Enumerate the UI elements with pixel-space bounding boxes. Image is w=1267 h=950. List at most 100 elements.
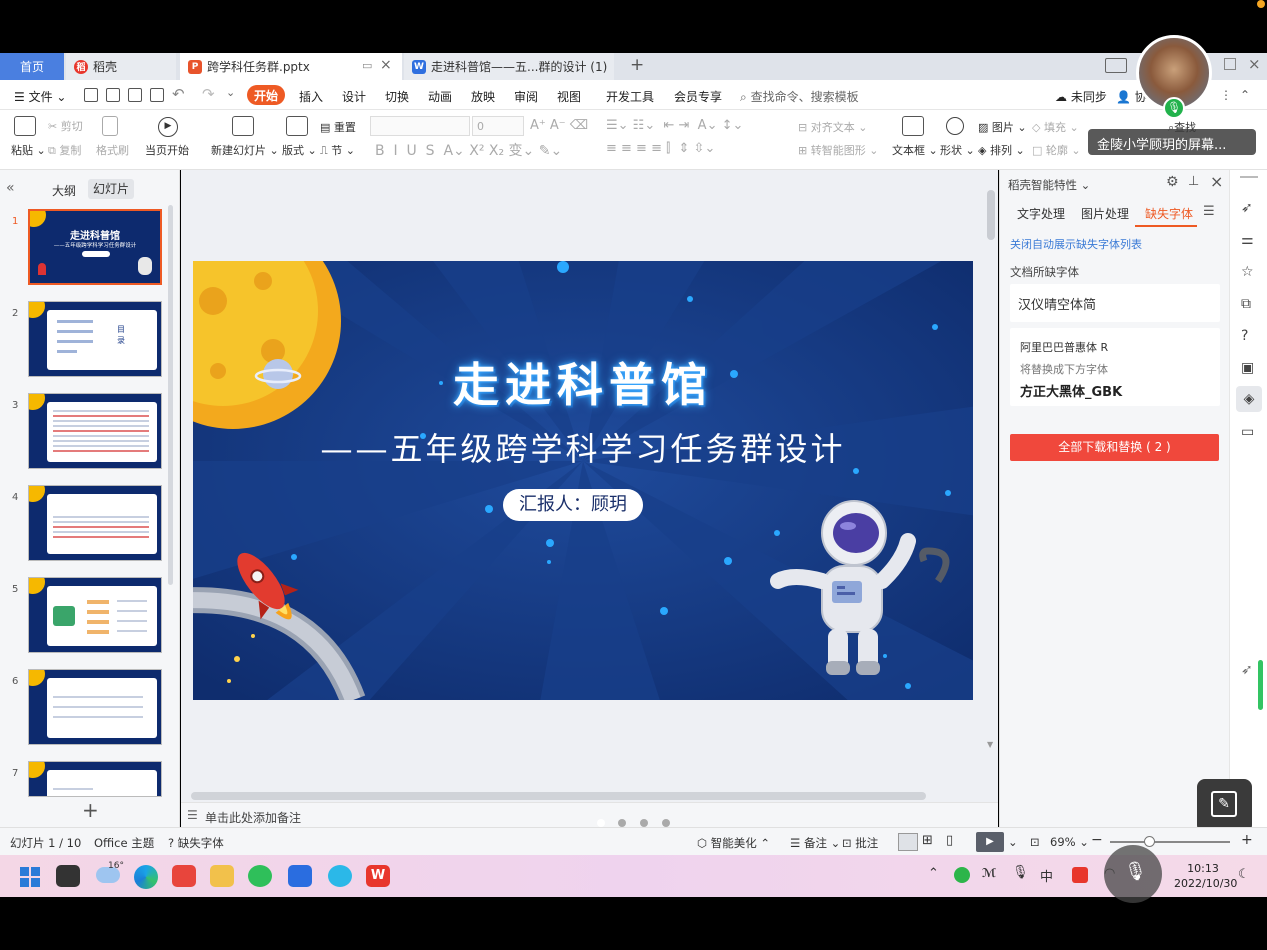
window-close-icon[interactable]: ×: [1248, 55, 1261, 73]
paste-button[interactable]: 粘贴 ⌄: [11, 142, 46, 158]
section-button[interactable]: ⎍ 节 ⌄: [320, 142, 355, 158]
pin-icon[interactable]: ⊥: [1188, 174, 1199, 189]
theme-name[interactable]: Office 主题: [94, 835, 154, 851]
panel-close-icon[interactable]: ×: [1210, 172, 1223, 191]
shape-button[interactable]: 形状 ⌄: [940, 142, 975, 158]
font-style-icons[interactable]: B I U S A⌄ X² X₂ 变⌄ ✎⌄: [375, 140, 562, 160]
zoom-level[interactable]: 69% ⌄: [1050, 835, 1089, 849]
slide-thumbnail-5[interactable]: [28, 577, 162, 653]
star-icon[interactable]: ☆: [1241, 264, 1254, 280]
notes-bar[interactable]: ☰ 单击此处添加备注: [181, 802, 998, 827]
tab-web-doc[interactable]: W 走进科普馆——五...群的设计 (1): [404, 53, 614, 80]
slide-1[interactable]: 走进科普馆 ——五年级跨学科学习任务群设计 汇报人：顾玥: [193, 261, 973, 700]
new-tab-icon[interactable]: +: [630, 55, 644, 75]
rocket-small-icon[interactable]: ➶: [1241, 662, 1253, 678]
missing-font-item[interactable]: 阿里巴巴普惠体 R 将替换成下方字体 方正大黑体_GBK: [1010, 328, 1220, 406]
zoom-slider[interactable]: [1110, 841, 1230, 843]
smart-beautify-button[interactable]: ⬡ 智能美化 ⌃: [697, 835, 770, 851]
tray-mic-icon[interactable]: 🎙: [1012, 865, 1029, 880]
notification-icon[interactable]: ☾: [1238, 867, 1250, 882]
align-text-button[interactable]: ⊟ 对齐文本 ⌄: [798, 119, 867, 135]
notes-button[interactable]: ☰ 备注 ⌄: [790, 835, 840, 851]
browser-icon[interactable]: [328, 865, 352, 887]
slide-title[interactable]: 走进科普馆: [193, 349, 973, 415]
layout-icon[interactable]: [1105, 58, 1127, 73]
help-icon[interactable]: ?: [1241, 328, 1248, 344]
page-dot[interactable]: [662, 819, 670, 827]
missing-font-item[interactable]: 汉仪晴空体简: [1010, 284, 1220, 322]
task-view-icon[interactable]: [56, 865, 80, 887]
slide-thumbnail-4[interactable]: [28, 485, 162, 561]
tab-home[interactable]: 首页: [0, 53, 64, 80]
notes-placeholder[interactable]: 单击此处添加备注: [205, 809, 301, 826]
page-dot[interactable]: [618, 819, 626, 827]
mute-overlay-button[interactable]: 🎙: [1104, 845, 1162, 903]
zoom-slider-thumb[interactable]: [1144, 836, 1155, 847]
input-method-indicator[interactable]: 中: [1040, 866, 1053, 885]
missing-font-status[interactable]: ? 缺失字体: [168, 835, 224, 851]
panel-header[interactable]: 稻壳智能特性 ⌄: [1008, 177, 1090, 193]
menu-animation[interactable]: 动画: [428, 88, 452, 105]
tab-docer[interactable]: 稻 稻壳: [66, 53, 176, 80]
outline-button[interactable]: □ 轮廓 ⌄: [1032, 142, 1081, 158]
copy-button[interactable]: ⧉ 复制: [48, 142, 81, 158]
align-icons[interactable]: ≡ ≡ ≡ ≡ ⫿ ⇕ ⇳⌄: [606, 141, 715, 156]
image-tool-icon[interactable]: ▣: [1241, 360, 1254, 376]
menu-start[interactable]: 开始: [247, 85, 285, 105]
play-slideshow-button[interactable]: ▶: [976, 832, 1004, 852]
tab-pin-icon[interactable]: ▭: [362, 59, 372, 72]
download-replace-all-button[interactable]: 全部下载和替换 ( 2 ): [1010, 434, 1219, 461]
page-dot[interactable]: [640, 819, 648, 827]
command-search[interactable]: ⌕ 查找命令、搜索模板: [740, 88, 859, 105]
print-icon[interactable]: [128, 88, 142, 102]
windows-start-icon[interactable]: [20, 867, 40, 887]
tray-app-icon[interactable]: [954, 867, 970, 883]
slide-thumbnail-7[interactable]: [28, 761, 162, 797]
sync-status[interactable]: ☁ 未同步: [1055, 88, 1107, 105]
slide-thumbnail-1[interactable]: 走进科普馆 ——五年级跨学科学习任务群设计: [28, 209, 162, 285]
tab-image-processing[interactable]: 图片处理: [1081, 205, 1129, 222]
font-name-select[interactable]: [370, 116, 470, 136]
tray-ime-icon[interactable]: ℳ: [982, 866, 996, 880]
undo-icon[interactable]: ↶: [172, 85, 185, 103]
tab-active-file[interactable]: P 跨学科任务群.pptx ▭ ×: [180, 53, 402, 80]
menu-design[interactable]: 设计: [342, 88, 366, 105]
redo-icon[interactable]: ↷: [202, 85, 215, 103]
cut-button[interactable]: ✂ 剪切: [48, 118, 83, 134]
wechat-icon[interactable]: [248, 865, 272, 887]
menu-member[interactable]: 会员专享: [674, 88, 722, 105]
slide-thumbnail-6[interactable]: [28, 669, 162, 745]
tab-close-icon[interactable]: ×: [380, 57, 392, 73]
font-grow-icon[interactable]: A⁺ A⁻ ⌫: [530, 118, 588, 133]
smart-feature-icon[interactable]: ◈: [1236, 386, 1262, 412]
gear-icon[interactable]: ⚙: [1166, 174, 1179, 190]
book-icon[interactable]: ▭: [1241, 424, 1254, 440]
from-current-button[interactable]: 当页开始: [145, 142, 189, 158]
file-explorer-icon[interactable]: [210, 865, 234, 887]
fill-button[interactable]: ◇ 填充 ⌄: [1032, 119, 1079, 135]
horizontal-scrollbar-thumb[interactable]: [191, 792, 926, 800]
arrange-button[interactable]: ◈ 排列 ⌄: [978, 142, 1025, 158]
menu-review[interactable]: 审阅: [514, 88, 538, 105]
tab-missing-fonts[interactable]: 缺失字体: [1145, 205, 1193, 222]
outline-tab[interactable]: 大纲: [52, 182, 76, 199]
export-icon[interactable]: [106, 88, 120, 102]
more-icon[interactable]: ⋮: [1220, 88, 1232, 102]
save-icon[interactable]: [84, 88, 98, 102]
menu-view[interactable]: 视图: [557, 88, 581, 105]
layout-button[interactable]: 版式 ⌄: [282, 142, 317, 158]
edge-browser-icon[interactable]: [134, 865, 158, 889]
wps-icon[interactable]: W: [366, 865, 390, 887]
slide-presenter[interactable]: 汇报人：顾玥: [503, 489, 643, 521]
preview-icon[interactable]: [150, 88, 164, 102]
format-painter-button[interactable]: 格式刷: [96, 142, 129, 158]
smart-shape-button[interactable]: ⊞ 转智能图形 ⌄: [798, 142, 878, 158]
page-dot[interactable]: [597, 819, 605, 827]
tab-text-processing[interactable]: 文字处理: [1017, 205, 1065, 222]
toggle-auto-show-link[interactable]: 关闭自动展示缺失字体列表: [1010, 236, 1142, 252]
paste-icon[interactable]: [14, 116, 36, 136]
quick-access-more-icon[interactable]: ⌄: [226, 86, 235, 99]
comments-button[interactable]: ⊡ 批注: [842, 835, 878, 851]
menu-file[interactable]: ☰ 文件 ⌄: [14, 88, 66, 105]
add-slide-icon[interactable]: +: [82, 798, 99, 822]
